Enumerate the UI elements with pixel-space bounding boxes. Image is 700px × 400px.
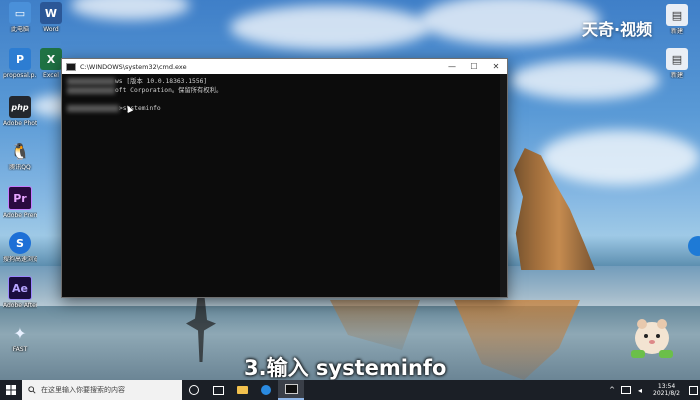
desktop-icon-label: 此电脑 (10, 26, 29, 33)
blurred-text (67, 86, 115, 94)
cloud (230, 5, 430, 50)
volume-icon[interactable]: ◂ (633, 380, 647, 400)
sogou-browser-icon: S (9, 232, 31, 254)
php-icon: php (9, 96, 31, 118)
computer-icon: ▭ (9, 2, 31, 24)
desktop: ▭ 此电脑 W Word P proposal.p... X Excel php… (0, 0, 700, 380)
desktop-icon-label: 搜狗高速浏览器 (3, 256, 37, 263)
console-version-text: ws [版本 10.0.18363.1556] (115, 78, 208, 85)
search-placeholder: 在这里输入你要搜索的内容 (41, 386, 125, 394)
desktop-icon-proposal[interactable]: P proposal.p... (3, 48, 37, 79)
taskbar-app-explorer[interactable] (230, 380, 254, 400)
desktop-icon-label: 新建 (670, 28, 683, 35)
desktop-icon-label: Adobe Photoshop... (3, 120, 37, 127)
network-icon[interactable] (619, 380, 633, 400)
taskbar-app-cmd[interactable] (278, 380, 304, 400)
cmd-icon (284, 384, 298, 394)
taskbar-app-edge[interactable] (254, 380, 278, 400)
clock-date: 2021/8/2 (653, 390, 680, 397)
cmd-window[interactable]: C:\WINDOWS\system32\cmd.exe — ☐ ✕ ws [版本… (61, 58, 508, 298)
desktop-icon-label: 新建 (670, 72, 683, 79)
excel-icon: X (40, 48, 62, 70)
desktop-icon-after-effects[interactable]: Ae Adobe After Effects 2020 (3, 276, 37, 309)
fast-icon: ✦ (13, 323, 27, 343)
desktop-icon-fast[interactable]: ✦ FAST (3, 322, 37, 354)
cloud (420, 0, 600, 45)
taskbar-search-box[interactable]: 在这里输入你要搜索的内容 (22, 380, 182, 400)
close-button[interactable]: ✕ (485, 59, 507, 74)
notification-center-icon[interactable] (686, 380, 700, 400)
desktop-icon-label: Word (43, 26, 59, 33)
desktop-icon-label: FAST (12, 346, 28, 353)
desktop-icon-new-file[interactable]: ▤ 新建 (660, 48, 694, 79)
cortana-circle-icon (189, 385, 199, 395)
tianqi-video-logo: 天奇·视频 (582, 20, 653, 39)
file-icon: ▤ (666, 4, 688, 26)
premiere-icon: Pr (8, 186, 32, 210)
desktop-icon-sogou[interactable]: S 搜狗高速浏览器 (3, 232, 37, 263)
tutorial-caption: 3.输入 systeminfo (244, 356, 447, 380)
task-view-button[interactable] (206, 380, 230, 400)
windows-logo-icon (6, 385, 16, 395)
desktop-icon-new-file[interactable]: ▤ 新建 (660, 4, 694, 35)
cortana-button[interactable] (182, 380, 206, 400)
rock-reflection (330, 300, 420, 350)
task-view-icon (212, 385, 224, 395)
qq-penguin-icon: 🐧 (10, 141, 30, 161)
edge-icon (261, 385, 271, 395)
console-line: oft Corporation。保留所有权利。 (67, 86, 502, 95)
taskbar: 在这里输入你要搜索的内容 ^ ◂ 13:54 2021/8/2 (0, 380, 700, 400)
word-icon: W (40, 2, 62, 24)
console-copyright-text: oft Corporation。保留所有权利。 (115, 87, 223, 94)
cloud (510, 60, 660, 100)
cmd-titlebar[interactable]: C:\WINDOWS\system32\cmd.exe — ☐ ✕ (62, 59, 507, 74)
minimize-button[interactable]: — (441, 59, 463, 74)
tray-chevron-up-icon[interactable]: ^ (605, 380, 619, 400)
cmd-scrollbar[interactable] (500, 74, 507, 297)
desktop-icon-php[interactable]: php Adobe Photoshop... (3, 96, 37, 127)
cloud (540, 130, 700, 185)
cloud (70, 0, 190, 20)
after-effects-icon: Ae (8, 276, 32, 300)
maximize-button[interactable]: ☐ (463, 59, 485, 74)
desktop-icon-label: proposal.p... (3, 72, 37, 79)
desktop-icon-word[interactable]: W Word (34, 2, 68, 33)
document-icon: P (9, 48, 31, 70)
folder-icon (236, 386, 248, 394)
blurred-path (67, 104, 119, 112)
desktop-icon-label: Adobe After Effects 2020 (3, 302, 37, 309)
hamster-mascot-icon (631, 319, 673, 358)
cmd-console[interactable]: ws [版本 10.0.18363.1556] oft Corporation。… (62, 74, 507, 116)
desktop-icon-this-pc[interactable]: ▭ 此电脑 (3, 2, 37, 33)
system-tray: ^ ◂ 13:54 2021/8/2 (605, 380, 700, 400)
browser-icon[interactable] (688, 236, 700, 256)
taskbar-clock[interactable]: 13:54 2021/8/2 (653, 383, 680, 397)
desktop-icon-premiere[interactable]: Pr Adobe Premiere... (3, 186, 37, 219)
file-icon: ▤ (666, 48, 688, 70)
search-icon (28, 386, 36, 394)
cmd-window-title: C:\WINDOWS\system32\cmd.exe (80, 62, 187, 71)
desktop-icon-qq[interactable]: 🐧 腾讯QQ (3, 140, 37, 172)
start-button[interactable] (0, 380, 22, 400)
blurred-text (67, 77, 115, 85)
clock-time: 13:54 (657, 383, 676, 390)
rock-reflection (454, 300, 580, 380)
desktop-icon-label: 腾讯QQ (9, 164, 31, 171)
cmd-app-icon (66, 62, 76, 71)
desktop-icon-label: Adobe Premiere... (3, 212, 37, 219)
console-line: ws [版本 10.0.18363.1556] (67, 77, 502, 86)
